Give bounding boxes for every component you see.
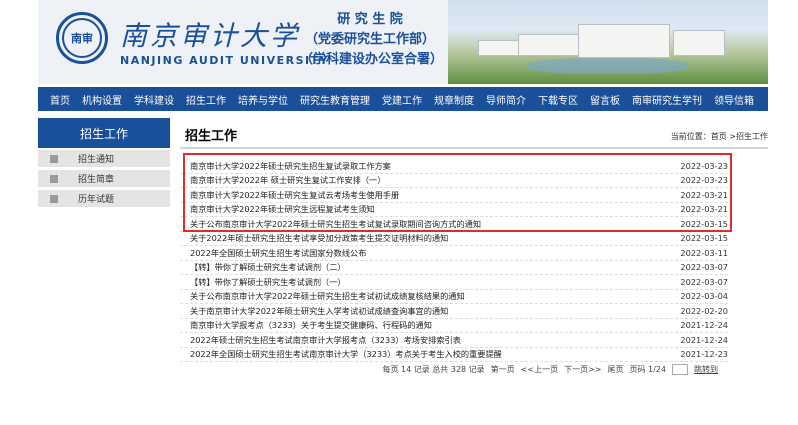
campus-photo: [448, 0, 768, 84]
building-shape: [478, 40, 520, 56]
page-number-input[interactable]: [672, 364, 688, 375]
nav-item-8[interactable]: 导师简介: [480, 92, 532, 107]
pager-page-indicator: 页码 1/24: [629, 365, 666, 374]
news-row[interactable]: 2022年全国硕士研究生招生考试南京审计大学（3233）考点关于考生入校的重要提…: [180, 348, 728, 362]
news-date: 2022-03-21: [680, 189, 728, 200]
news-row[interactable]: 南京审计大学2022年硕士研究生复试云考场考生使用手册 2022-03-21: [180, 188, 728, 203]
lake-shape: [528, 58, 688, 74]
nav-item-0[interactable]: 首页: [38, 92, 76, 107]
news-title-link[interactable]: 南京审计大学2022年硕士研究生招生复试录取工作方案: [190, 160, 391, 172]
sidebar-item-past-exams[interactable]: 历年试题: [38, 190, 170, 208]
sidebar-item-brochure[interactable]: 招生简章: [38, 170, 170, 188]
news-row[interactable]: 关于公布南京审计大学2022年硕士研究生招生考试初试成绩复核结果的通知 2022-…: [180, 290, 728, 304]
pager-next-link[interactable]: 下一页>>: [564, 364, 601, 375]
nav-item-6[interactable]: 党建工作: [376, 92, 428, 107]
nav-item-7[interactable]: 规章制度: [428, 92, 480, 107]
building-shape: [518, 34, 580, 56]
news-title-link[interactable]: 【转】带你了解硕士研究生考试调剂（二）: [190, 261, 346, 273]
news-title-link[interactable]: 南京审计大学2022年硕士研究生远程复试考生须知: [190, 203, 375, 215]
sidebar-item-notice[interactable]: 招生通知: [38, 150, 170, 168]
news-date: 2021-12-24: [680, 334, 728, 345]
nav-item-9[interactable]: 下载专区: [532, 92, 584, 107]
news-title-link[interactable]: 2022年全国硕士研究生招生考试国家分数线公布: [190, 247, 366, 259]
news-date: 2022-03-21: [680, 204, 728, 215]
pager-summary: 每页 14 记录 总共 328 记录: [382, 365, 485, 374]
news-title-link[interactable]: 关于公布南京审计大学2022年硕士研究生招生考试初试成绩复核结果的通知: [190, 290, 465, 302]
news-date: 2022-03-07: [680, 262, 728, 273]
pagination: 每页 14 记录 总共 328 记录 第一页 <<上一页 下一页>> 尾页 页码…: [180, 364, 718, 375]
news-date: 2021-12-23: [680, 349, 728, 360]
nav-item-11[interactable]: 南审研究生学刊: [626, 92, 708, 107]
title-divider: [180, 147, 768, 149]
news-date: 2021-12-24: [680, 320, 728, 331]
bullet-square-icon: [50, 154, 58, 163]
pager-prev-link[interactable]: <<上一页: [521, 364, 558, 375]
nav-item-10[interactable]: 留言板: [584, 92, 626, 107]
nav-item-3[interactable]: 招生工作: [180, 92, 232, 107]
news-row[interactable]: 2022年硕士研究生招生考试南京审计大学报考点（3233）考场安排索引表 2021…: [180, 333, 728, 348]
dept-line: （学科建设办公室合署）: [300, 52, 444, 67]
news-date: 2022-03-07: [680, 276, 728, 287]
news-row[interactable]: 南京审计大学2022年 硕士研究生复试工作安排（一） 2022-03-23: [180, 174, 728, 188]
news-date: 2022-03-23: [680, 160, 728, 171]
main-nav: 首页 机构设置 学科建设 招生工作 培养与学位 研究生教育管理 党建工作 规章制度 导师简介 下载…: [38, 87, 768, 111]
news-date: 2022-03-23: [680, 175, 728, 186]
news-list: 南京审计大学2022年硕士研究生招生复试录取工作方案 2022-03-23 南京审计…: [180, 159, 728, 362]
sidebar: 招生工作 招生通知 招生简章 历年试题: [38, 118, 170, 208]
news-title-link[interactable]: 南京审计大学报考点（3233）关于考生提交健康码、行程码的通知: [190, 319, 432, 331]
news-date: 2022-03-11: [680, 247, 728, 258]
bullet-square-icon: [50, 174, 58, 183]
page-title: 招生工作: [185, 129, 238, 144]
news-row[interactable]: 南京审计大学报考点（3233）关于考生提交健康码、行程码的通知 2021-12-2…: [180, 319, 728, 333]
news-row[interactable]: 关于南京审计大学2022年硕士研究生入学考试初试成绩查询事宜的通知 2022-02…: [180, 304, 728, 319]
news-title-link[interactable]: 关于南京审计大学2022年硕士研究生入学考试初试成绩查询事宜的通知: [190, 305, 448, 317]
news-row[interactable]: 南京审计大学2022年硕士研究生招生复试录取工作方案 2022-03-23: [180, 159, 728, 174]
nav-item-1[interactable]: 机构设置: [76, 92, 128, 107]
nav-item-12[interactable]: 领导信箱: [708, 92, 760, 107]
nav-item-5[interactable]: 研究生教育管理: [294, 92, 376, 107]
news-date: 2022-02-20: [680, 305, 728, 316]
dept-line: （党委研究生工作部）: [304, 32, 435, 47]
news-title-link[interactable]: 南京审计大学2022年硕士研究生复试云考场考生使用手册: [190, 189, 399, 201]
breadcrumb: 当前位置：首页 >招生工作: [670, 132, 768, 141]
sidebar-item-label: 招生简章: [78, 175, 115, 185]
building-shape: [673, 30, 725, 56]
news-row[interactable]: 【转】带你了解硕士研究生考试调剂（二） 2022-03-07: [180, 261, 728, 275]
building-shape: [578, 24, 670, 58]
university-name-en: NANJING AUDIT UNIVERSITY: [120, 54, 330, 67]
news-row[interactable]: 【转】带你了解硕士研究生考试调剂（一） 2022-03-07: [180, 275, 728, 290]
pager-last-link[interactable]: 尾页: [607, 364, 623, 375]
news-date: 2022-03-04: [680, 291, 728, 302]
dept-line: 研 究 生 院: [337, 12, 403, 27]
department-name: 研 究 生 院 （党委研究生工作部） （学科建设办公室合署）: [300, 10, 444, 70]
news-title-link[interactable]: 关于公布南京审计大学2022年硕士研究生招生考试复试录取期间咨询方式的通知: [190, 218, 481, 230]
header-banner: 南审 南京审计大学 NANJING AUDIT UNIVERSITY 研 究 生…: [38, 0, 768, 84]
nav-item-2[interactable]: 学科建设: [128, 92, 180, 107]
news-title-link[interactable]: 关于2022年硕士研究生招生考试享受加分政策考生提交证明材料的通知: [190, 232, 448, 244]
news-row[interactable]: 南京审计大学2022年硕士研究生远程复试考生须知 2022-03-21: [180, 203, 728, 217]
university-logo: 南审: [56, 12, 108, 64]
nav-item-4[interactable]: 培养与学位: [232, 92, 294, 107]
pager-go-link[interactable]: 跳转到: [694, 364, 718, 375]
news-title-link[interactable]: 【转】带你了解硕士研究生考试调剂（一）: [190, 276, 346, 288]
news-title-link[interactable]: 2022年全国硕士研究生招生考试南京审计大学（3233）考点关于考生入校的重要提…: [190, 348, 502, 360]
news-row[interactable]: 关于公布南京审计大学2022年硕士研究生招生考试复试录取期间咨询方式的通知 202…: [180, 217, 728, 232]
news-title-link[interactable]: 南京审计大学2022年 硕士研究生复试工作安排（一）: [190, 174, 385, 186]
university-name-cn: 南京审计大学: [120, 21, 300, 52]
news-row[interactable]: 2022年全国硕士研究生招生考试国家分数线公布 2022-03-11: [180, 246, 728, 261]
sidebar-title: 招生工作: [38, 118, 170, 148]
bullet-square-icon: [50, 194, 58, 203]
news-row[interactable]: 关于2022年硕士研究生招生考试享受加分政策考生提交证明材料的通知 2022-03…: [180, 232, 728, 246]
news-date: 2022-03-15: [680, 233, 728, 244]
pager-first-link[interactable]: 第一页: [491, 364, 515, 375]
news-date: 2022-03-15: [680, 218, 728, 229]
news-title-link[interactable]: 2022年硕士研究生招生考试南京审计大学报考点（3233）考场安排索引表: [190, 334, 461, 346]
logo-emblem: 南审: [62, 18, 102, 58]
sidebar-item-label: 招生通知: [78, 155, 115, 165]
sidebar-item-label: 历年试题: [78, 195, 115, 205]
